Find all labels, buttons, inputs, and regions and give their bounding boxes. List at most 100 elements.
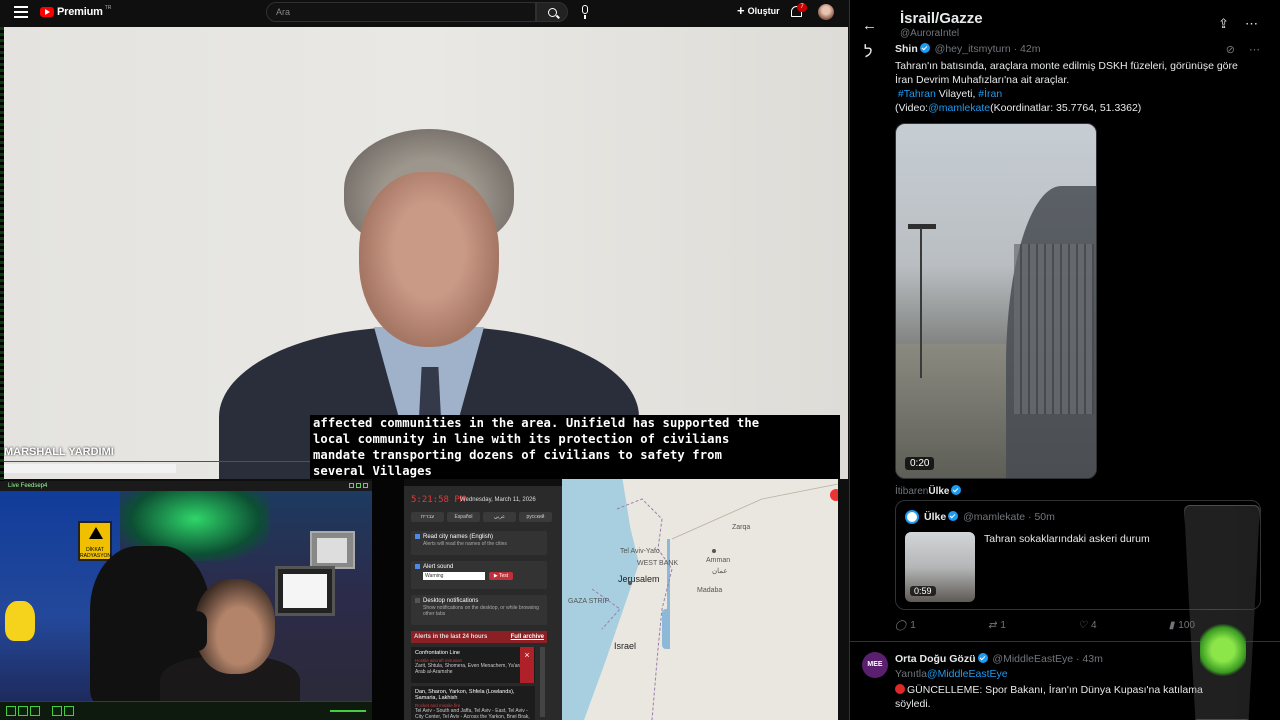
language-button[interactable]: عربي	[483, 512, 516, 522]
avatar[interactable]: MEE	[862, 652, 888, 678]
heart-icon: ♡	[1078, 620, 1088, 631]
alerts-header-title: Alerts in the last 24 hours	[414, 634, 488, 640]
pause-icon[interactable]	[18, 706, 28, 716]
minimize-icon[interactable]	[349, 483, 354, 488]
test-button[interactable]: ▶ Test	[489, 572, 513, 581]
next-icon[interactable]	[64, 706, 74, 716]
tweet-text-line: GÜNCELLEME: Spor Bakanı, İran'ın Dünya K…	[907, 684, 1203, 696]
read-city-title: Read city names (English)	[423, 534, 494, 541]
youtube-logo[interactable]: Premium TR	[40, 5, 112, 18]
close-alert-button[interactable]: ×	[520, 647, 534, 683]
youtube-header: Premium TR Ara + Oluştur 7	[0, 0, 848, 26]
tweet-author-handle[interactable]: @MiddleEastEye	[992, 653, 1073, 665]
alert-sound-select[interactable]: Warning	[423, 572, 485, 581]
grok-icon[interactable]: ⊘	[1226, 43, 1235, 56]
more-icon[interactable]: ⋯	[1245, 16, 1258, 32]
quoted-author-handle[interactable]: @mamlekate	[963, 511, 1025, 523]
video-source-name[interactable]: Ülke	[928, 486, 949, 497]
microphone-icon[interactable]	[582, 5, 588, 19]
alert-item-title: Confrontation Line	[415, 650, 460, 656]
list-owner-handle[interactable]: @AuroraIntel	[900, 28, 959, 39]
language-row: עברית Español عربي русский	[411, 512, 552, 522]
video-building-windows	[1014, 244, 1094, 414]
frog-icon	[1200, 620, 1246, 680]
tweet-text: GÜNCELLEME: Spor Bakanı, İran'ın Dünya K…	[895, 683, 1215, 711]
search-input[interactable]: Ara	[266, 2, 536, 22]
tweet-author-name[interactable]: Shin	[895, 43, 918, 55]
webcam-titlebar: Live Feedsep4	[0, 481, 372, 491]
language-button[interactable]: Español	[447, 512, 480, 522]
tweet-actions: ◯ 1 ⇄ 1 ♡ 4 ▮ 100	[895, 620, 1195, 631]
checkbox-unchecked-icon[interactable]	[415, 598, 420, 603]
map-alert-marker[interactable]	[830, 489, 838, 501]
lower-third-bar	[4, 464, 176, 473]
tweet-author-handle[interactable]: @hey_itsmyturn	[935, 43, 1011, 55]
tweet-time[interactable]: 43m	[1082, 653, 1102, 665]
account-logo-icon: ﬥ	[864, 44, 873, 61]
webcam-tv	[275, 566, 335, 616]
share-icon[interactable]: ⇪	[1218, 16, 1229, 32]
retweet-count: 1	[1000, 620, 1006, 631]
alerts-scrollbar[interactable]	[540, 647, 545, 717]
map-label-madaba: Madaba	[697, 587, 723, 594]
youtube-brand: Premium	[57, 6, 103, 18]
checkbox-checked-icon[interactable]	[415, 534, 420, 539]
map-label-gaza: GAZA STRIP	[568, 598, 610, 605]
mention-link[interactable]: @mamlekate	[928, 102, 990, 114]
hashtag-link[interactable]: #Tahran	[898, 88, 936, 100]
search-button[interactable]	[536, 2, 568, 22]
mention-link[interactable]: @MiddleEastEye	[927, 668, 1008, 680]
language-button[interactable]: עברית	[411, 512, 444, 522]
screen: Premium TR Ara + Oluştur 7 MARSHALL YARDI…	[0, 0, 1280, 720]
reply-count: 1	[910, 620, 916, 631]
quoted-video-thumbnail[interactable]: 0:59	[905, 532, 975, 602]
retweet-button[interactable]: ⇄ 1	[988, 620, 1006, 631]
alert-item[interactable]: Confrontation Line Hostile aircraft intr…	[411, 647, 535, 683]
full-archive-link[interactable]: Full archive	[511, 631, 544, 643]
avatar[interactable]	[905, 510, 919, 524]
play-icon[interactable]	[6, 706, 16, 716]
create-label: Oluştur	[747, 6, 780, 16]
like-button[interactable]: ♡ 4	[1078, 620, 1097, 631]
radiation-sign-text: DİKKAT RADYASYON	[80, 547, 112, 559]
avatar[interactable]	[818, 4, 834, 20]
tweet-text-fragment: (Video:	[895, 102, 929, 114]
reply-button[interactable]: ◯ 1	[895, 620, 916, 631]
back-arrow-icon[interactable]: ←	[862, 17, 877, 34]
close-icon[interactable]	[363, 483, 368, 488]
verified-icon	[919, 43, 930, 53]
tweet-time[interactable]: 42m	[1020, 43, 1040, 55]
maximize-icon[interactable]	[356, 483, 361, 488]
volume-slider[interactable]	[330, 710, 366, 712]
desktop-notifications-option[interactable]: Desktop notifications Show notifications…	[411, 595, 547, 625]
lower-third-name: MARSHALL YARDIMI	[4, 446, 114, 458]
alert-sound-option[interactable]: Alert sound Warning ▶ Test	[411, 561, 547, 589]
hashtag-link[interactable]: #İran	[978, 88, 1002, 100]
alert-item[interactable]: Dan, Sharon, Yarkon, Shfela (Lowlands), …	[411, 686, 535, 720]
previous-icon[interactable]	[52, 706, 62, 716]
language-button[interactable]: русский	[519, 512, 552, 522]
read-city-option[interactable]: Read city names (English) Alerts will re…	[411, 531, 547, 555]
subtitle-line: local community in line with its protect…	[313, 432, 730, 446]
map[interactable]: Tel Aviv-Yafo WEST BANK Jerusalem Amman …	[562, 479, 838, 720]
tweet-coordinates: (Koordinatlar: 35.7764, 51.3362)	[990, 102, 1142, 114]
gap	[372, 479, 404, 720]
notification-badge: 7	[797, 3, 807, 12]
map-label-israel: Israel	[614, 641, 637, 651]
headset-icon	[185, 611, 207, 651]
tweet-author-name[interactable]: Orta Doğu Gözü	[895, 653, 976, 665]
main-video[interactable]: MARSHALL YARDIMI affected communities in…	[4, 27, 848, 479]
eject-icon[interactable]	[30, 706, 40, 716]
tweet-video[interactable]: 0:20	[895, 123, 1097, 479]
checkbox-checked-icon[interactable]	[415, 564, 420, 569]
verified-icon	[948, 511, 959, 521]
menu-icon[interactable]	[14, 6, 28, 18]
quoted-author-name[interactable]: Ülke	[924, 511, 946, 523]
map-label-west-bank: WEST BANK	[637, 560, 679, 567]
subtitle-box: affected communities in the area. Unifie…	[310, 415, 840, 479]
alert-time: 5:21:58 PM	[411, 495, 466, 505]
reply-icon: ◯	[895, 620, 907, 631]
tweet-more-icon[interactable]: ⋯	[1249, 43, 1260, 56]
create-button[interactable]: + Oluştur	[737, 4, 780, 17]
youtube-country-code: TR	[104, 5, 112, 11]
